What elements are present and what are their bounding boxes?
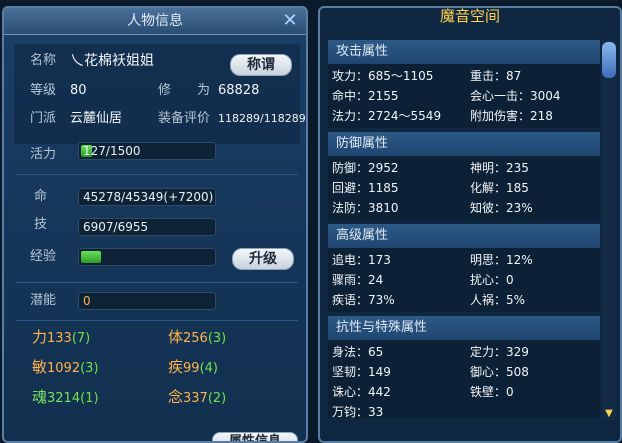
attr-soul: 魂3214(1) [32, 386, 99, 408]
stat: 会心一击：3004 [470, 89, 561, 103]
hp-value: 45278/45349(+7200) [83, 190, 214, 204]
stat: 人祸：5% [470, 293, 526, 307]
scrollbar-track[interactable] [602, 40, 616, 420]
attr-value: 256 [183, 331, 208, 346]
section-body-defense: 防御：2952 神明：235 回避：1185 化解：185 法防：3810 知彼… [328, 156, 600, 220]
stat: 定力：329 [470, 345, 529, 359]
attr-label: 疾 [168, 358, 184, 376]
close-icon[interactable]: ✕ [280, 11, 300, 31]
attr-mind: 念337(2) [168, 386, 226, 408]
vitality-label: 活力 [30, 147, 57, 162]
stat: 铁壁：0 [470, 385, 514, 399]
attribute-detail-panel: 魔音空间 攻击属性 攻力：685～1105 重击：87 命中：2155 会心一击… [318, 6, 622, 443]
stat: 防御：2952 [332, 161, 399, 175]
attr-label: 敏 [32, 358, 48, 376]
panel-title: 人物信息 [4, 8, 306, 35]
skill-label: 技 [34, 217, 48, 232]
attr-label: 体 [168, 328, 184, 346]
scrollbar-thumb[interactable] [602, 42, 616, 78]
divider [16, 282, 298, 283]
stat: 追电：173 [332, 253, 391, 267]
divider [16, 174, 298, 175]
stat: 万钧：33 [332, 405, 384, 418]
name-label: 名称 [30, 53, 57, 68]
attr-label: 魂 [32, 388, 48, 406]
attr-constitution: 体256(3) [168, 326, 226, 348]
skill-value: 6907/6955 [83, 220, 149, 234]
exp-bar [78, 248, 216, 266]
stat: 神明：235 [470, 161, 529, 175]
stat: 命中：2155 [332, 89, 399, 103]
divider [16, 320, 298, 321]
section-header-defense: 防御属性 [328, 132, 600, 156]
hp-bar: 45278/45349(+7200) [78, 188, 216, 206]
attr-bonus: (1) [80, 391, 99, 406]
attr-value: 99 [183, 361, 200, 376]
sect-label: 门派 [30, 111, 57, 126]
attribute-info-button[interactable]: 属性信息 [212, 432, 298, 441]
stat: 扰心：0 [470, 273, 514, 287]
stat: 重击：87 [470, 69, 522, 83]
stat: 攻力：685～1105 [332, 69, 434, 83]
attr-value: 133 [47, 331, 72, 346]
skill-bar: 6907/6955 [78, 218, 216, 236]
section-header-attack: 攻击属性 [328, 40, 600, 64]
level-label: 等级 [30, 83, 57, 98]
section-body-resistance: 身法：65 定力：329 坚韧：149 御心：508 诛心：442 铁壁：0 万… [328, 340, 600, 418]
character-name: 乀花棉袄姐姐 [70, 53, 154, 69]
attr-swiftness: 疾99(4) [168, 356, 218, 378]
attr-bonus: (2) [207, 391, 227, 406]
stat: 骤雨：24 [332, 273, 384, 287]
attribute-scroll-area[interactable]: 攻击属性 攻力：685～1105 重击：87 命中：2155 会心一击：3004… [328, 38, 600, 418]
section-body-attack: 攻力：685～1105 重击：87 命中：2155 会心一击：3004 法力：2… [328, 64, 600, 128]
attr-value: 337 [183, 391, 208, 406]
attr-bonus: (3) [80, 361, 99, 376]
stat: 疾语：73% [332, 293, 395, 307]
scroll-down-arrow-icon[interactable]: ▼ [602, 408, 616, 420]
panel-title: 魔音空间 [439, 7, 500, 25]
stat: 法防：3810 [332, 201, 399, 215]
section-body-advanced: 追电：173 明思：12% 骤雨：24 扰心：0 疾语：73% 人祸：5% [328, 248, 600, 312]
stat: 御心：508 [470, 365, 529, 379]
potential-bar: 0 [78, 292, 216, 310]
vitality-value: 127/1500 [83, 144, 141, 158]
cultivation-label: 修 为 [158, 83, 211, 98]
potential-value: 0 [83, 294, 91, 308]
stat: 坚韧：149 [332, 365, 391, 379]
gear-score-value: 118289/118289 [218, 112, 306, 125]
gear-score-label: 装备评价 [158, 111, 211, 126]
vitality-bar: 127/1500 [78, 142, 216, 160]
sect-value: 云麓仙居 [70, 111, 123, 126]
stat: 回避：1185 [332, 181, 399, 195]
exp-label: 经验 [30, 249, 57, 264]
stat: 诛心：442 [332, 385, 391, 399]
potential-label: 潜能 [30, 293, 57, 308]
section-header-resistance: 抗性与特殊属性 [328, 316, 600, 340]
attr-value: 3214 [47, 391, 81, 406]
attr-bonus: (4) [199, 361, 218, 376]
exp-bar-fill [81, 251, 101, 263]
upgrade-button[interactable]: 升级 [232, 248, 294, 270]
hp-label: 命 [34, 189, 48, 204]
stat: 附加伤害：218 [470, 109, 553, 123]
attr-bonus: (7) [71, 331, 91, 346]
attr-label: 念 [168, 388, 184, 406]
title-button[interactable]: 称谓 [230, 54, 292, 76]
attr-agility: 敏1092(3) [32, 356, 99, 378]
level-value: 80 [70, 83, 87, 98]
stat: 身法：65 [332, 345, 384, 359]
attr-bonus: (3) [207, 331, 227, 346]
stat: 法力：2724～5549 [332, 109, 442, 123]
stat: 明思：12% [470, 253, 533, 267]
cultivation-value: 68828 [218, 83, 260, 98]
character-info-panel: 人物信息 ✕ 名称 乀花棉袄姐姐 称谓 等级 80 修 为 68828 门派 云… [2, 6, 308, 443]
stat: 化解：185 [470, 181, 529, 195]
stat: 知彼：23% [470, 201, 533, 215]
attr-label: 力 [32, 328, 48, 346]
section-header-advanced: 高级属性 [328, 224, 600, 248]
attr-strength: 力133(7) [32, 326, 90, 348]
attr-value: 1092 [47, 361, 81, 376]
